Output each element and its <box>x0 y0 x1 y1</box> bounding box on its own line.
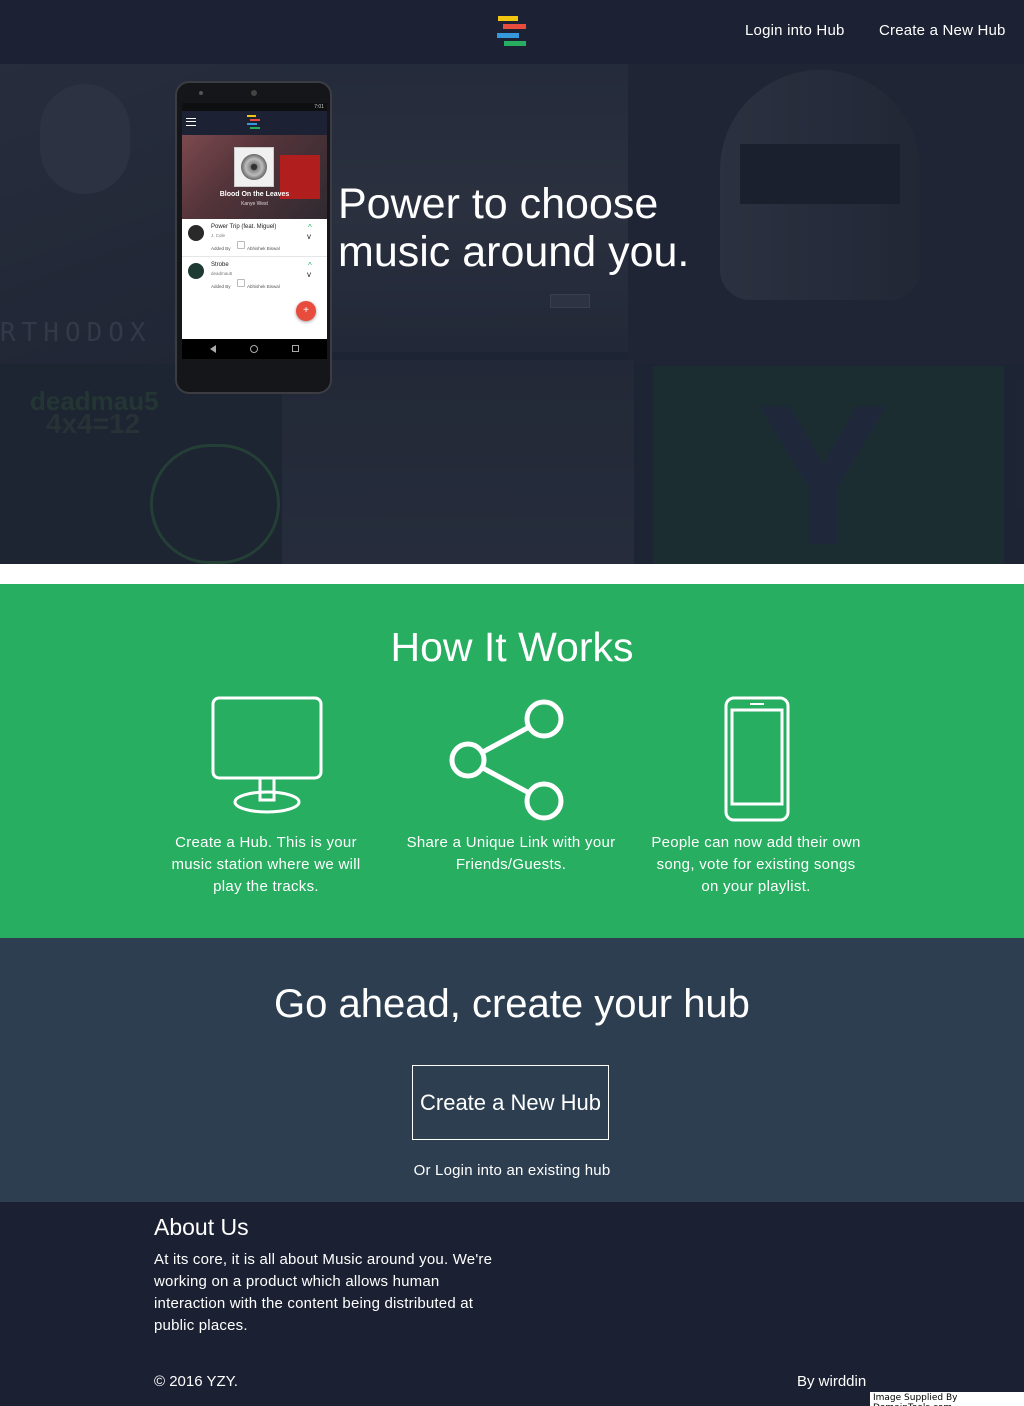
track-item-2[interactable]: Strobe deadmau5 Added By Abhishek Biswal… <box>182 257 327 295</box>
step-create-hub-text: Create a Hub. This is your music station… <box>171 834 361 895</box>
home-icon[interactable] <box>250 345 258 353</box>
watermark: Image Supplied By DomainTools.com <box>870 1392 1024 1406</box>
login-hub-link[interactable]: Login into Hub <box>745 22 845 39</box>
add-song-fab[interactable]: + <box>296 301 316 321</box>
menu-icon[interactable] <box>186 118 196 126</box>
upvote-icon[interactable]: ^ <box>308 262 312 270</box>
cta-section: Go ahead, create your hub Create a New H… <box>0 938 1024 1202</box>
user-avatar-icon <box>237 279 245 287</box>
added-by-name: Abhishek Biswal <box>247 284 280 289</box>
album-art <box>234 147 274 187</box>
added-by-label: Added By <box>211 246 231 251</box>
phone-screen: 7:01 Blood On the Leaves Kanye West Powe… <box>182 103 327 359</box>
hero-section: RTHODOX JU deadmau5 4x4=12 Y 7:01 Blood … <box>0 64 1024 564</box>
downvote-icon[interactable]: v <box>307 233 311 241</box>
about-title: About Us <box>154 1214 249 1240</box>
added-by-name: Abhishek Biswal <box>247 246 280 251</box>
smartphone-icon <box>724 696 790 822</box>
create-hub-button[interactable]: Create a New Hub <box>412 1065 609 1140</box>
footer: About Us At its core, it is all about Mu… <box>0 1202 1024 1406</box>
step-share-link-text: Share a Unique Link with your Friends/Gu… <box>406 834 616 873</box>
about-text: At its core, it is all about Music aroun… <box>154 1251 493 1334</box>
monitor-icon <box>211 696 323 814</box>
logo-icon[interactable] <box>497 16 527 48</box>
android-nav-bar <box>182 339 327 359</box>
hero-overlay <box>0 64 1024 564</box>
byline: By wirddin <box>797 1373 867 1390</box>
section-divider <box>0 564 1024 584</box>
track-avatar <box>188 263 204 279</box>
track-artist: deadmau5 <box>211 271 233 276</box>
how-it-works-section: How It Works Create a Hub. This is your … <box>0 584 1024 938</box>
top-nav: Login into Hub Create a New Hub <box>0 0 1024 64</box>
user-avatar-icon <box>237 241 245 249</box>
app-bar <box>182 111 327 135</box>
back-icon[interactable] <box>210 345 216 353</box>
now-playing-artist: Kanye West <box>241 201 268 207</box>
upvote-icon[interactable]: ^ <box>308 224 312 232</box>
phone-camera <box>251 90 257 96</box>
track-item-1[interactable]: Power Trip (feat. Miguel) J. Cole Added … <box>182 219 327 257</box>
status-bar: 7:01 <box>182 103 327 111</box>
app-logo-icon <box>247 115 261 131</box>
downvote-icon[interactable]: v <box>307 271 311 279</box>
track-title: Strobe <box>211 262 229 268</box>
added-by-label: Added By <box>211 284 231 289</box>
hero-title: Power to choose music around you. <box>338 180 690 276</box>
now-playing-cover: Blood On the Leaves Kanye West <box>182 135 327 219</box>
share-icon <box>449 699 564 821</box>
copyright: © 2016 YZY. <box>154 1373 238 1390</box>
step-vote-songs-text: People can now add their own song, vote … <box>651 834 861 895</box>
recents-icon[interactable] <box>292 345 299 352</box>
track-artist: J. Cole <box>211 233 226 238</box>
phone-mockup: 7:01 Blood On the Leaves Kanye West Powe… <box>175 81 332 394</box>
phone-sensor <box>199 91 203 95</box>
cta-title: Go ahead, create your hub <box>274 982 750 1026</box>
how-title: How It Works <box>390 624 634 670</box>
track-avatar <box>188 225 204 241</box>
now-playing-title: Blood On the Leaves <box>219 191 290 198</box>
track-title: Power Trip (feat. Miguel) <box>211 224 277 230</box>
create-hub-link[interactable]: Create a New Hub <box>879 22 1006 39</box>
login-existing-hub-link[interactable]: Or Login into an existing hub <box>0 1162 1024 1179</box>
